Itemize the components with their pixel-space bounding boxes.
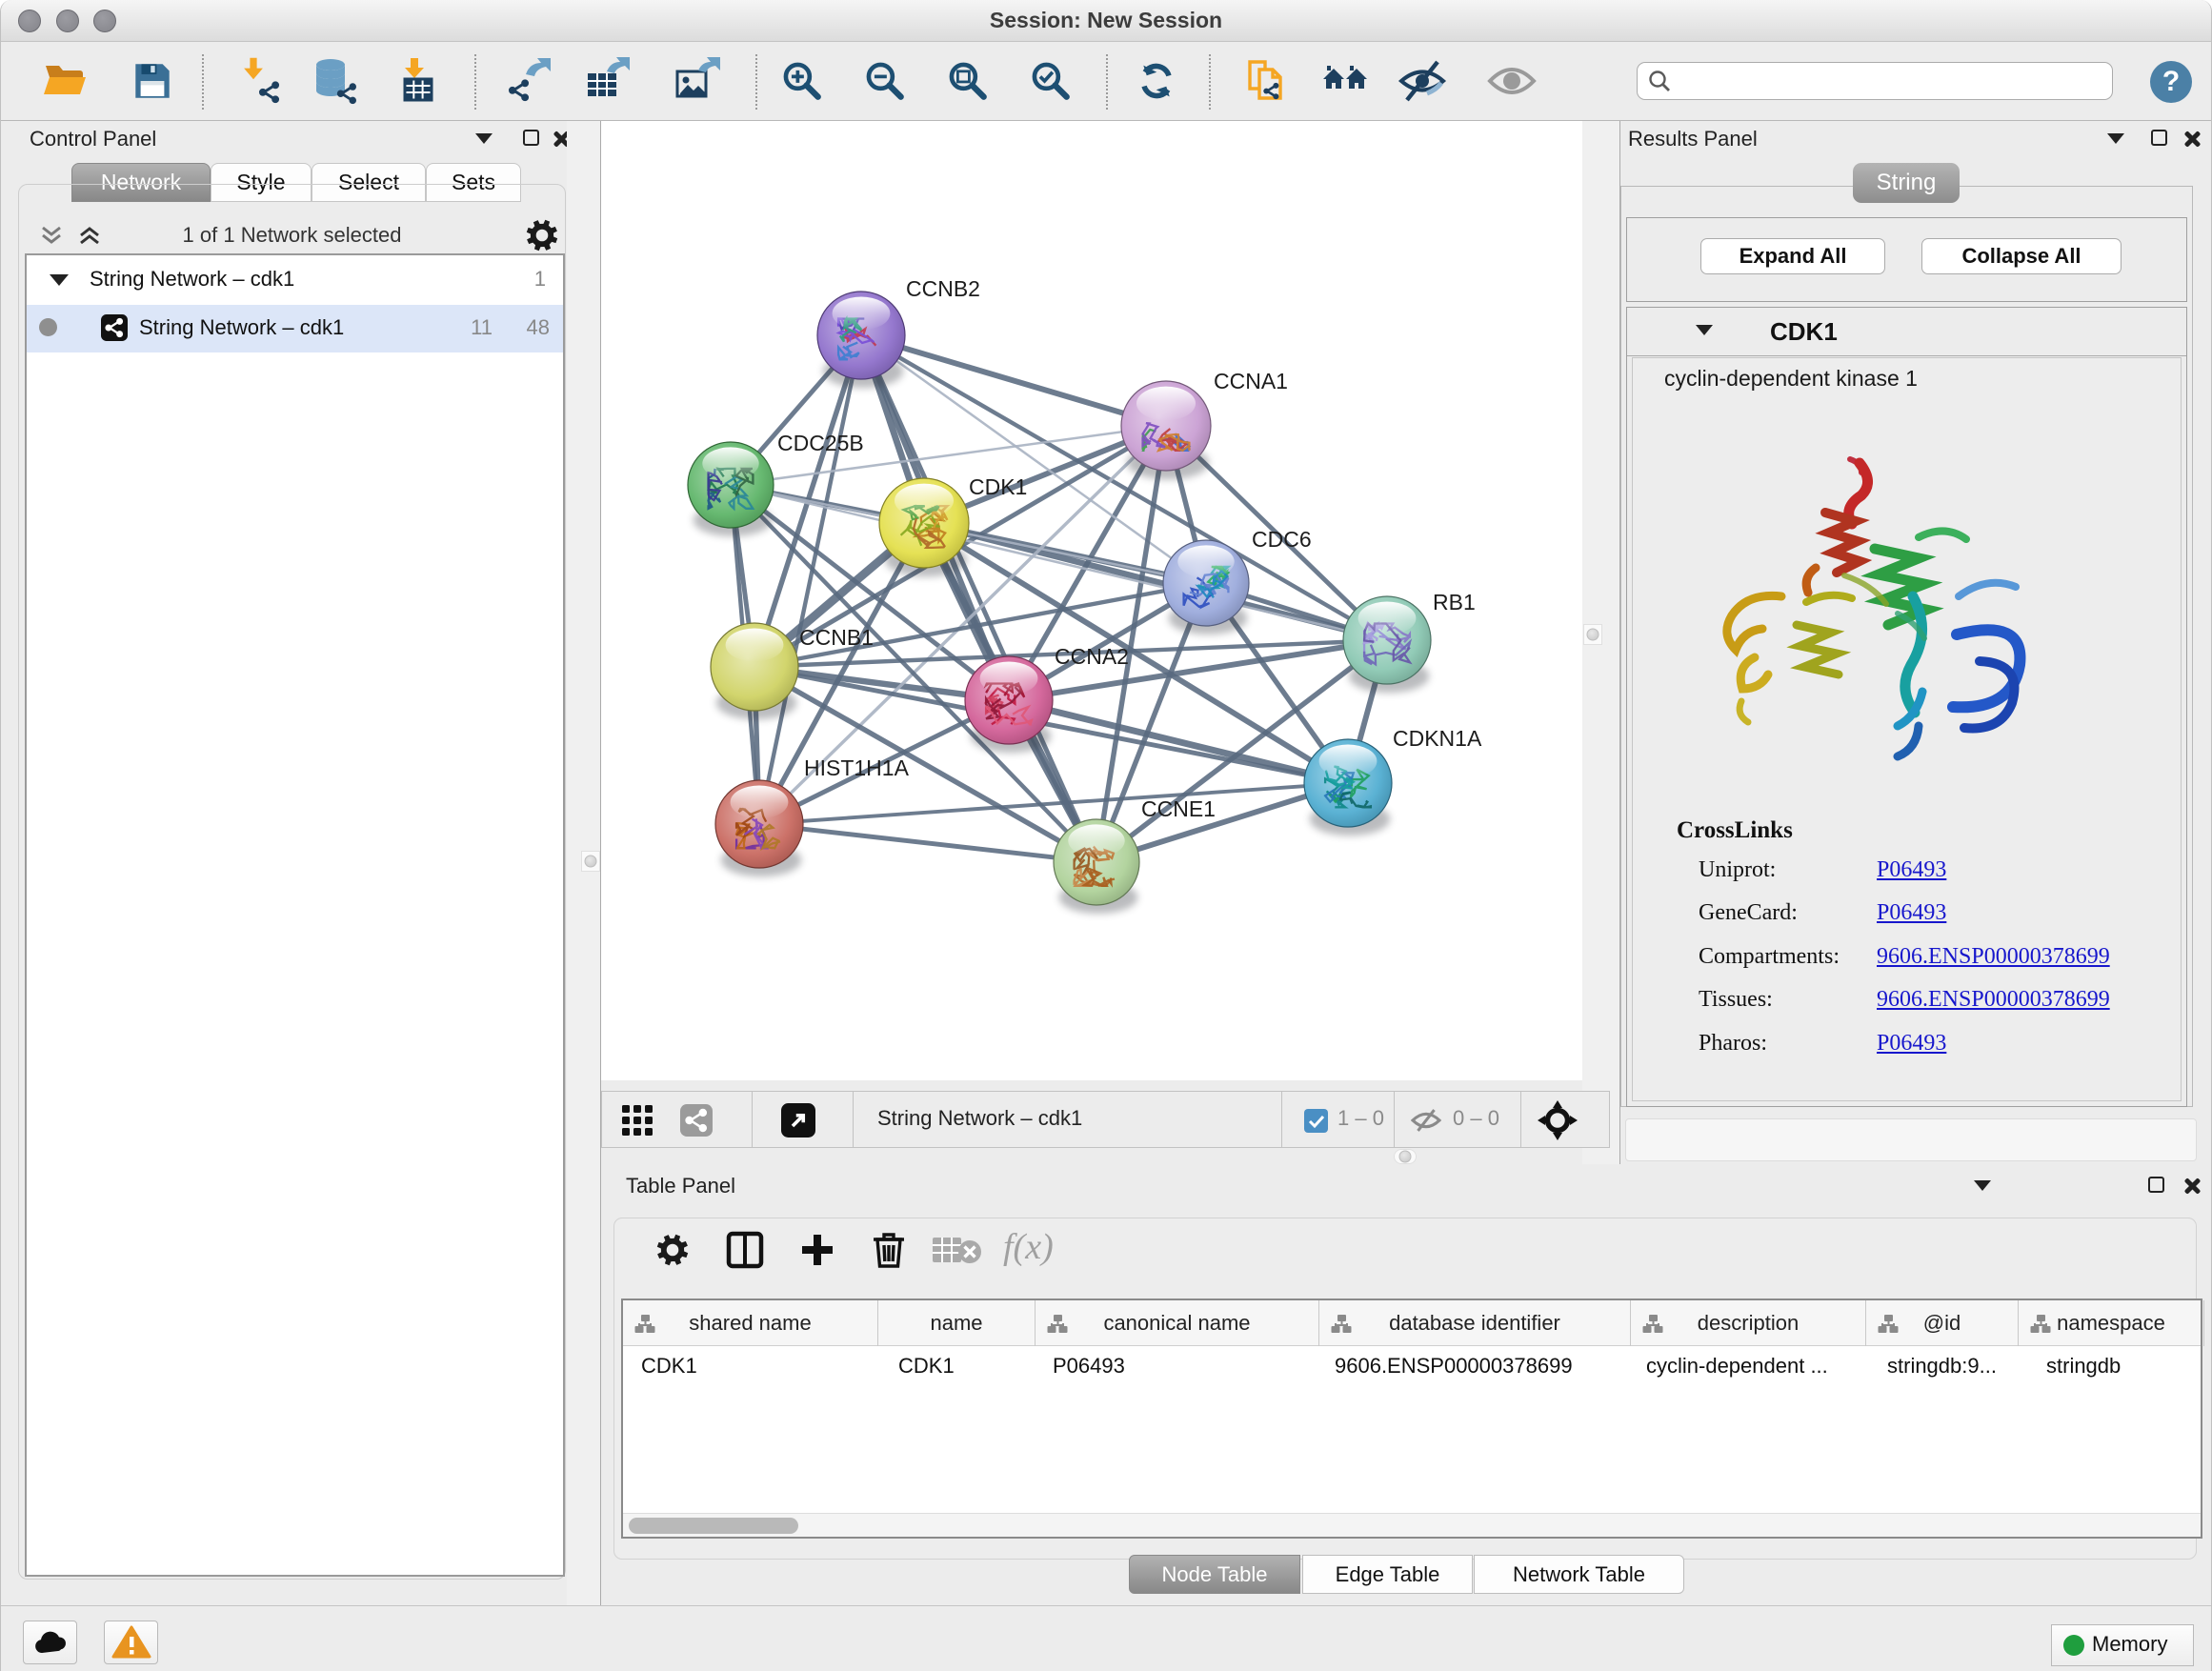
svg-text:CDK1: CDK1 <box>969 474 1027 499</box>
svg-text:CDKN1A: CDKN1A <box>1393 726 1482 751</box>
svg-text:RB1: RB1 <box>1433 590 1476 614</box>
svg-text:CCNB1: CCNB1 <box>799 625 874 650</box>
svg-text:CCNB2: CCNB2 <box>906 276 980 301</box>
svg-text:CDC25B: CDC25B <box>777 431 864 455</box>
svg-text:CDC6: CDC6 <box>1252 527 1312 552</box>
svg-text:CCNA2: CCNA2 <box>1055 644 1129 669</box>
svg-text:HIST1H1A: HIST1H1A <box>804 755 910 780</box>
svg-text:CCNA1: CCNA1 <box>1214 369 1288 393</box>
svg-text:CCNE1: CCNE1 <box>1141 796 1216 821</box>
